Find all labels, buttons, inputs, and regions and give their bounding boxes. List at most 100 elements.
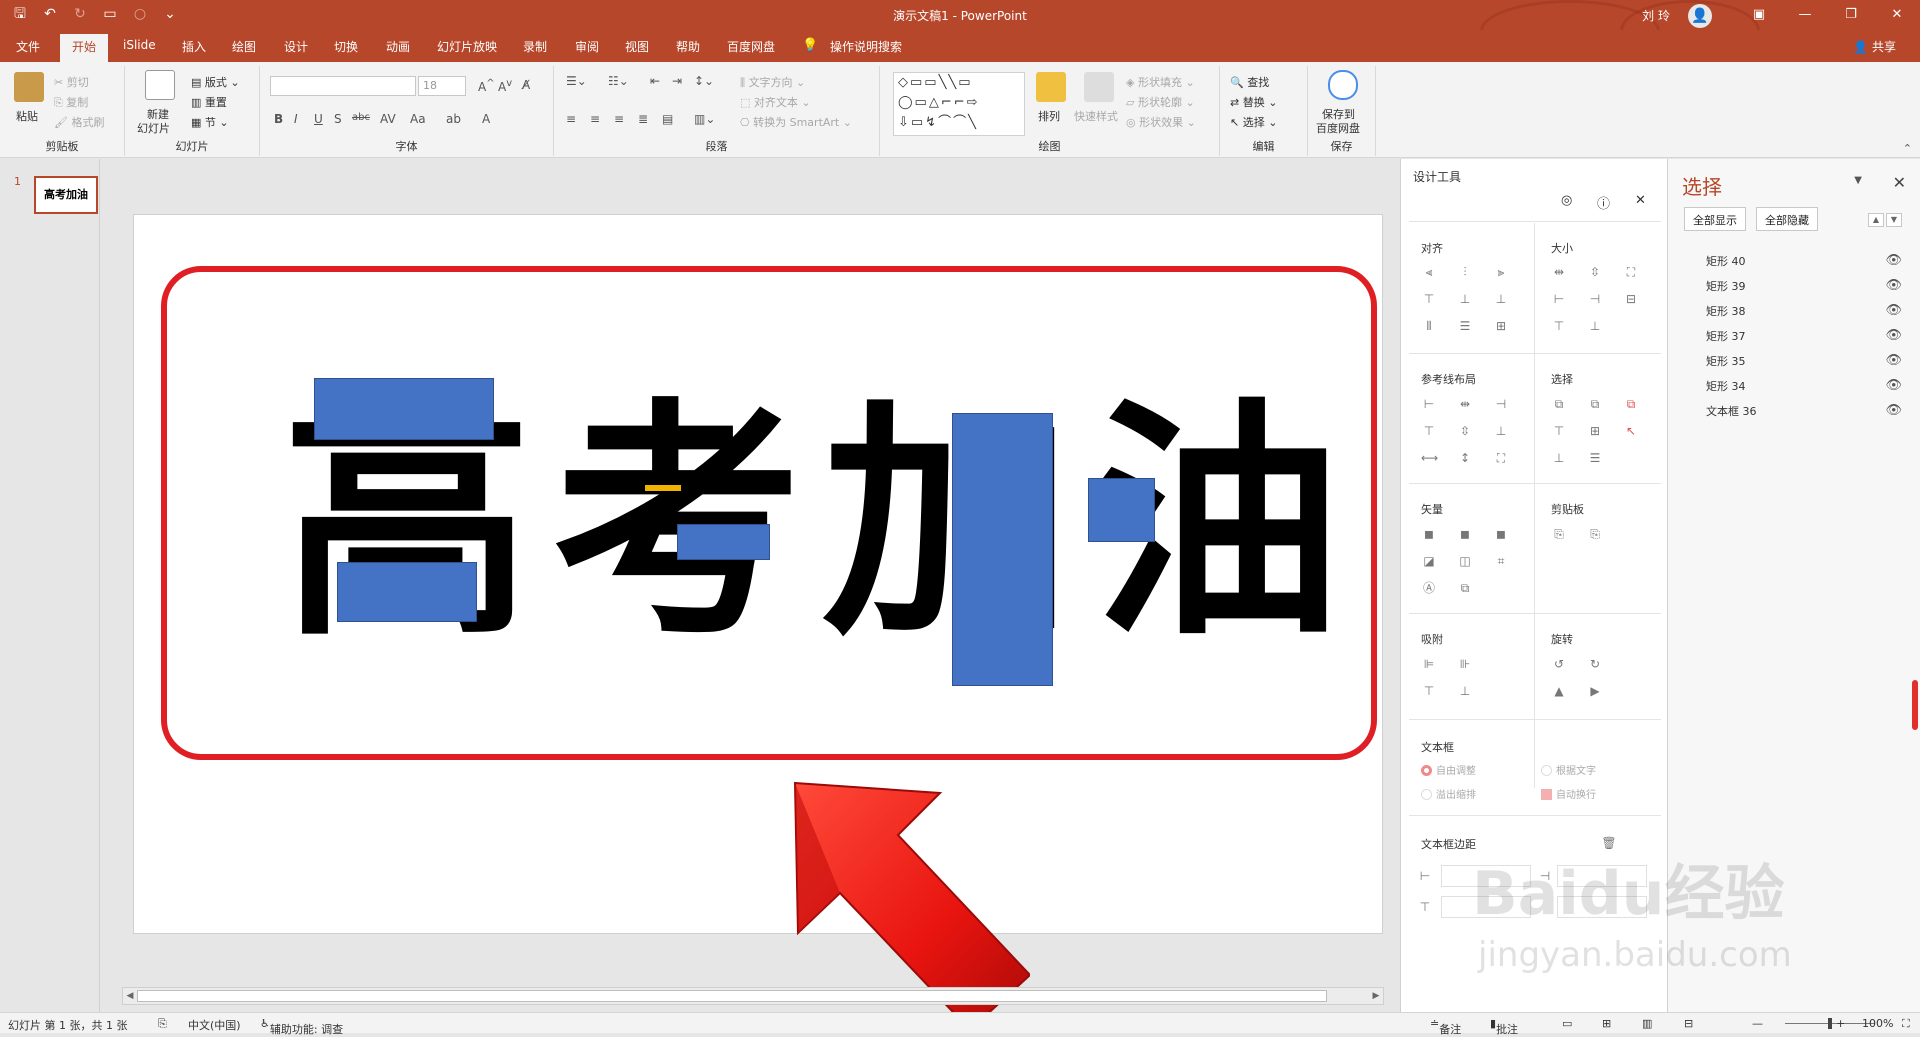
- align-text-button[interactable]: ⬚ 对齐文本 ⌄: [740, 94, 811, 110]
- snap-left-icon[interactable]: ⊫: [1421, 657, 1437, 671]
- snap-top-icon[interactable]: ⊤: [1421, 684, 1437, 698]
- paste-button[interactable]: 粘贴: [16, 108, 38, 124]
- tab-home[interactable]: 开始: [60, 34, 109, 64]
- distribute-grid-icon[interactable]: ⊞: [1493, 319, 1509, 333]
- text-to-shape-icon[interactable]: Ⓐ: [1421, 581, 1437, 595]
- font-size-combo[interactable]: 18: [418, 76, 466, 96]
- selection-list-item[interactable]: 矩形 40 👁: [1706, 253, 1902, 275]
- new-slide-label-2[interactable]: 幻灯片: [137, 120, 170, 136]
- overflow-radio[interactable]: 溢出缩排: [1421, 786, 1476, 801]
- italic-icon[interactable]: I: [294, 112, 298, 126]
- pin-icon[interactable]: ◎: [1561, 193, 1572, 208]
- tab-transitions[interactable]: 切换: [334, 38, 358, 55]
- tab-insert[interactable]: 插入: [182, 38, 206, 55]
- share-button[interactable]: 👤 共享: [1853, 38, 1896, 55]
- increase-font-icon[interactable]: A^: [478, 78, 495, 94]
- shape-outline-button[interactable]: ▱ 形状轮廓 ⌄: [1126, 94, 1195, 110]
- eye-icon[interactable]: 👁: [1885, 378, 1902, 393]
- paste-format-icon[interactable]: ⎘: [1587, 527, 1603, 541]
- comments-button[interactable]: ▮ 批注: [1490, 1017, 1518, 1036]
- user-name[interactable]: 刘 玲: [1642, 7, 1670, 24]
- select-pointer-icon[interactable]: ↖: [1623, 424, 1639, 438]
- zoom-out-icon[interactable]: —: [1752, 1017, 1763, 1030]
- tab-review[interactable]: 审阅: [575, 38, 599, 55]
- tab-view[interactable]: 视图: [625, 38, 649, 55]
- normal-view-icon[interactable]: ▭: [1562, 1017, 1572, 1030]
- shapes-gallery[interactable]: ◇▭▭╲╲▭ ◯▭△⌐⌐⇨ ⇩▭↯⌒⌒╲: [893, 72, 1025, 136]
- snap-right-icon[interactable]: ⊪: [1457, 657, 1473, 671]
- tab-slideshow[interactable]: 幻灯片放映: [437, 38, 497, 55]
- align-right-icon[interactable]: ⫸: [1493, 265, 1509, 279]
- guide-fit-icon[interactable]: ⛶: [1493, 451, 1509, 465]
- tab-draw[interactable]: 绘图: [232, 38, 256, 55]
- zoom-level[interactable]: 100%: [1862, 1017, 1893, 1030]
- tab-animations[interactable]: 动画: [386, 38, 410, 55]
- align-bottom-icon[interactable]: ⊥: [1493, 292, 1509, 306]
- guide-h-icon[interactable]: ⟷: [1421, 451, 1438, 465]
- align-top-icon[interactable]: ⊤: [1421, 292, 1437, 306]
- distributed-icon[interactable]: ▤: [662, 112, 673, 126]
- align-center-icon[interactable]: ≡: [590, 112, 600, 126]
- collapse-ribbon-icon[interactable]: ⌃: [1903, 142, 1912, 155]
- scroll-left-icon[interactable]: ◀: [123, 988, 137, 1004]
- selection-list-item[interactable]: 矩形 34 👁: [1706, 378, 1902, 400]
- send-backward-icon[interactable]: ▼: [1886, 213, 1902, 227]
- font-color-icon[interactable]: A: [482, 112, 490, 126]
- reading-view-icon[interactable]: ▥: [1642, 1017, 1652, 1030]
- cut-button[interactable]: ✂ 剪切: [54, 74, 89, 90]
- select-mid-icon[interactable]: ⊞: [1587, 424, 1603, 438]
- rotate-left-icon[interactable]: ↺: [1551, 657, 1567, 671]
- guide-top-icon[interactable]: ⊤: [1421, 424, 1437, 438]
- rectangle-shape[interactable]: [952, 413, 1053, 686]
- shape-fill-button[interactable]: ◈ 形状填充 ⌄: [1126, 74, 1195, 90]
- font-family-combo[interactable]: [270, 76, 416, 96]
- pane-scrollbar[interactable]: [1912, 680, 1918, 730]
- align-right-icon[interactable]: ≡: [614, 112, 624, 126]
- selection-list-item[interactable]: 文本框 36 👁: [1706, 403, 1902, 425]
- fit-text-radio[interactable]: 根据文字: [1541, 762, 1596, 777]
- fragment-icon[interactable]: ◼: [1493, 527, 1509, 541]
- baidu-netdisk-icon[interactable]: [1328, 70, 1358, 100]
- select-stack-icon[interactable]: ☰: [1587, 451, 1603, 465]
- notes-button[interactable]: ≐ 备注: [1430, 1017, 1461, 1036]
- new-slide-icon[interactable]: [145, 70, 175, 100]
- minimize-icon[interactable]: —: [1782, 0, 1828, 30]
- union-icon[interactable]: ◼: [1421, 527, 1437, 541]
- save-to-label-2[interactable]: 百度网盘: [1316, 120, 1360, 136]
- align-center-icon[interactable]: ⫶: [1457, 265, 1473, 279]
- tell-me-search[interactable]: 操作说明搜索: [830, 38, 902, 55]
- pane-options-icon[interactable]: ▼: [1854, 175, 1862, 186]
- copy-button[interactable]: ⎘ 复制: [54, 94, 88, 110]
- select-top-icon[interactable]: ⊤: [1551, 424, 1567, 438]
- layout-button[interactable]: ▤ 版式 ⌄: [191, 74, 240, 90]
- intersect-icon[interactable]: ◪: [1421, 554, 1437, 568]
- close-selection-pane-icon[interactable]: ✕: [1893, 173, 1906, 192]
- help-icon[interactable]: ⓘ: [1597, 193, 1610, 212]
- size-left-icon[interactable]: ⊢: [1551, 292, 1567, 306]
- restore-icon[interactable]: ❐: [1828, 0, 1874, 30]
- accessibility-status[interactable]: ♿ 辅助功能: 调查: [260, 1017, 343, 1036]
- bold-icon[interactable]: B: [274, 112, 283, 126]
- strikethrough-icon[interactable]: abc: [352, 112, 370, 123]
- snap-bottom-icon[interactable]: ⊥: [1457, 684, 1473, 698]
- guide-right-icon[interactable]: ⊣: [1493, 397, 1509, 411]
- align-middle-icon[interactable]: ⊥: [1457, 292, 1473, 306]
- guide-bottom-icon[interactable]: ⊥: [1493, 424, 1509, 438]
- decrease-font-icon[interactable]: Av: [498, 78, 512, 94]
- select-same-icon[interactable]: ⧉: [1551, 397, 1567, 411]
- tab-design[interactable]: 设计: [284, 38, 308, 55]
- select-active-icon[interactable]: ⧉: [1623, 397, 1639, 411]
- slideshow-icon[interactable]: ⊟: [1684, 1017, 1693, 1030]
- size-bottom-icon[interactable]: ⊥: [1587, 319, 1603, 333]
- zoom-slider-knob[interactable]: [1828, 1018, 1832, 1029]
- combine-icon[interactable]: ◼: [1457, 527, 1473, 541]
- rectangle-shape[interactable]: [337, 562, 477, 622]
- highlight-icon[interactable]: ab: [446, 112, 461, 126]
- eye-icon[interactable]: 👁: [1885, 403, 1902, 418]
- shadow-icon[interactable]: S: [334, 112, 342, 126]
- slide-sorter-icon[interactable]: ⊞: [1602, 1017, 1611, 1030]
- fit-slide-icon[interactable]: ⛶: [1902, 1017, 1910, 1031]
- slide-thumbnail[interactable]: 高考加油: [34, 176, 98, 214]
- hide-all-button[interactable]: 全部隐藏: [1756, 207, 1818, 231]
- shape-effects-button[interactable]: ◎ 形状效果 ⌄: [1126, 114, 1196, 130]
